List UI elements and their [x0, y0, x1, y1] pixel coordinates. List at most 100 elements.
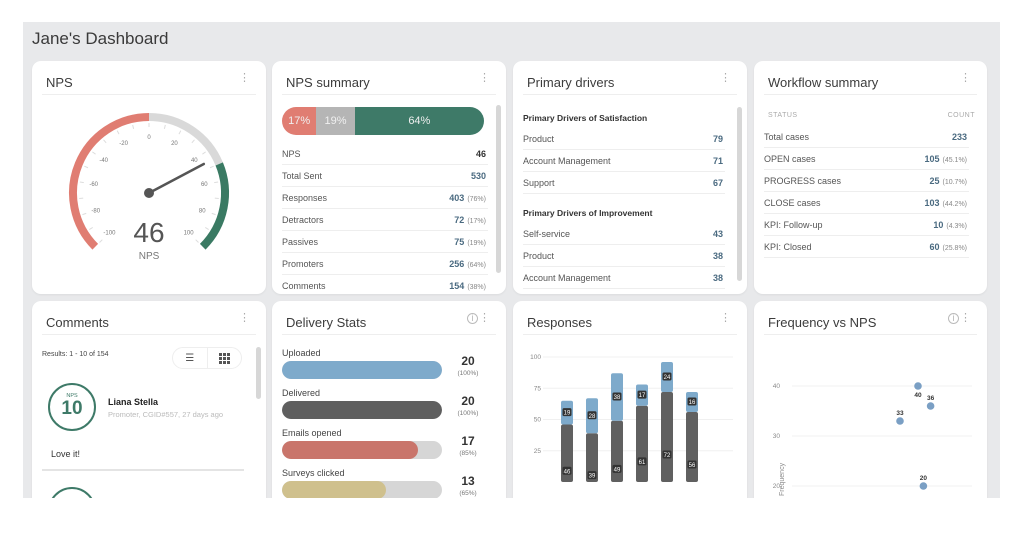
point-label: 36 [927, 395, 935, 402]
gauge-tick [209, 165, 214, 169]
list-view-button[interactable]: ☰ [173, 348, 208, 368]
gauge-tick [82, 212, 87, 216]
dashboard-title: Jane's Dashboard [32, 29, 169, 48]
comment-item[interactable]: NPS 10 Liana Stella Promoter, CGID#557, … [42, 379, 244, 471]
nps-label: NPS [138, 251, 160, 262]
table-row: NPS 46 [282, 143, 488, 165]
scrollbar[interactable] [737, 107, 742, 281]
scatter-point [926, 402, 935, 410]
table-row: Self-service 43 [523, 223, 725, 245]
table-row: Responses 403 (76%) [282, 187, 488, 209]
point-label: 20 [920, 475, 928, 482]
comment-text: Love it! [51, 449, 81, 459]
row-label: Self-service [523, 229, 571, 239]
row-value: 103 (44.2%) [924, 198, 967, 208]
gauge-tick [178, 130, 182, 135]
table-row: KPI: Follow-up 10 (4.3%) [764, 214, 969, 236]
card-title: Comments [46, 315, 109, 330]
row-label: Detractors [282, 215, 324, 225]
gauge-tick [103, 139, 107, 144]
table-row: Product 38 [523, 245, 725, 267]
primary-drivers-card: Primary drivers ⋮ Primary Drivers of Sati… [513, 61, 747, 294]
y-tick-label: 50 [534, 417, 542, 424]
gauge-tick [84, 165, 89, 169]
stat-progress-bar [282, 481, 442, 498]
gauge-tick-label: -60 [89, 182, 98, 188]
more-menu-icon[interactable]: ⋮ [239, 73, 250, 84]
y-tick-label: 40 [773, 383, 781, 390]
row-label: Comments [282, 281, 326, 291]
info-icon[interactable]: i [948, 313, 959, 324]
gauge-needle [147, 162, 206, 195]
card-title: Responses [527, 315, 593, 330]
gauge-tick-label: 20 [171, 141, 178, 147]
table-row: Comments 154 (38%) [282, 275, 488, 294]
table-row: Account Management 38 [523, 267, 725, 289]
comment-meta: Promoter, CGID#557, 27 days ago [108, 410, 224, 419]
point-label: 33 [896, 410, 904, 417]
row-value: 60 (25.8%) [929, 242, 967, 252]
delivery-stat: Surveys clicked 13 (65%) [272, 301, 506, 498]
row-value: 25 (10.7%) [929, 176, 967, 186]
row-value: 46 [475, 149, 486, 159]
row-label: OPEN cases [764, 154, 816, 164]
list-icon: ☰ [185, 352, 195, 364]
row-value: 10 (4.3%) [933, 220, 967, 230]
row-value: 105 (45.1%) [924, 154, 967, 164]
table-row: Detractors 72 (17%) [282, 209, 488, 231]
view-toggle: ☰ [172, 347, 242, 369]
next-comment-badge [48, 487, 96, 498]
grid-icon [218, 352, 230, 364]
more-menu-icon[interactable]: ⋮ [960, 313, 971, 324]
point-label: 40 [914, 392, 922, 399]
row-value: 75 (19%) [454, 237, 486, 247]
row-label: CLOSE cases [764, 198, 821, 208]
scrollbar[interactable] [496, 105, 501, 273]
commenter-name[interactable]: Liana Stella [108, 397, 158, 407]
dashboard: Jane's Dashboard NPS ⋮ -100 -80 -60 -40 -20 0 2… [23, 22, 1000, 498]
nps-gauge: -100-80-60-40-20020406080100 [69, 113, 229, 250]
row-value: 38 [712, 251, 723, 261]
gauge-tick-label: -80 [91, 208, 100, 214]
nps-card: NPS ⋮ -100 -80 -60 -40 -20 0 20 40 60 80 100 46 NPS [32, 61, 266, 294]
nps-value: 46 [133, 217, 165, 248]
data-label: 56 [689, 463, 696, 469]
gauge-needle-hub [144, 188, 154, 198]
row-label: KPI: Closed [764, 242, 812, 252]
grid-view-button[interactable] [208, 348, 242, 368]
stat-label: Surveys clicked [282, 468, 345, 478]
gauge-tick-label: 40 [191, 158, 198, 164]
more-menu-icon[interactable]: ⋮ [720, 313, 731, 324]
data-label: 19 [564, 411, 571, 417]
gauge-tick [214, 181, 219, 184]
scrollbar[interactable] [256, 347, 261, 399]
row-label: Responses [282, 193, 328, 203]
row-value: 38 [712, 273, 723, 283]
gauge-tick [116, 130, 120, 135]
responses-chart: 25 50 75 100 46 19 39 28 49 38 61 17 72 24 56 16 [530, 354, 733, 482]
workflow-summary-card: Workflow summary ⋮ STATUS COUNT Total cas… [754, 61, 987, 294]
scatter-point [896, 417, 904, 425]
scatter-point [914, 382, 922, 390]
responses-card: Responses ⋮ 25 50 75 100 46 19 39 28 49 38 61 17 72 24… [513, 301, 747, 498]
gauge-tick [191, 139, 195, 144]
row-label: Account Management [523, 273, 611, 283]
row-label: Total cases [764, 132, 810, 142]
data-label: 16 [689, 400, 696, 406]
y-tick-label: 75 [534, 385, 542, 392]
gauge-tick [92, 151, 96, 155]
y-axis-label: Frequency [779, 462, 786, 496]
table-row: CLOSE cases 103 (44.2%) [764, 192, 969, 214]
gauge-tick-label: 0 [147, 135, 151, 141]
row-label: Passives [282, 237, 319, 247]
row-label: PROGRESS cases [764, 176, 842, 186]
row-label: NPS [282, 149, 301, 159]
bar-lower [686, 412, 698, 482]
table-row: Total cases 233 [764, 126, 969, 148]
card-title: NPS [46, 75, 73, 90]
table-row: Total Sent 530 [282, 165, 488, 187]
row-label: Total Sent [282, 171, 323, 181]
more-menu-icon[interactable]: ⋮ [239, 313, 250, 324]
data-label: 39 [589, 474, 596, 480]
row-value: 72 (17%) [454, 215, 486, 225]
